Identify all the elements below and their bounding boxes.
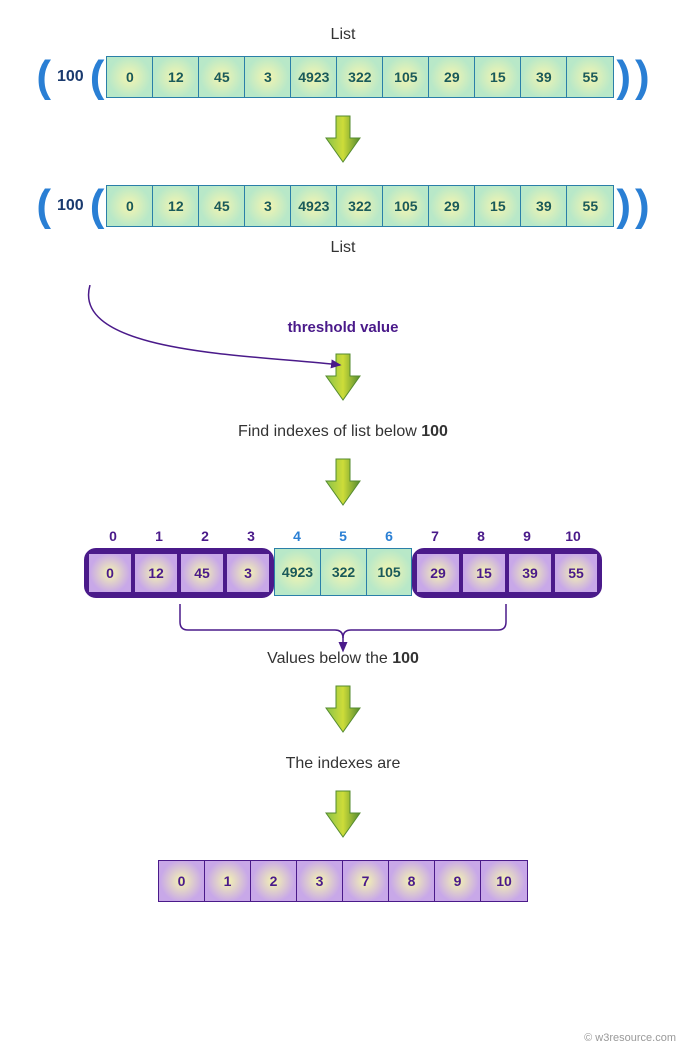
array-cell: 10: [481, 861, 527, 901]
array-cell: 322: [320, 548, 366, 596]
array-cell: 2: [251, 861, 297, 901]
arrow-down-3: [323, 457, 363, 512]
array-cell: 8: [389, 861, 435, 901]
array-cell: 105: [383, 57, 429, 97]
array-cell: 322: [337, 57, 383, 97]
array-cell: 29: [429, 186, 475, 226]
array-cell: 39: [508, 553, 552, 593]
open-paren-inner-2: (: [88, 188, 107, 223]
close-paren-outer-2: ): [633, 188, 652, 223]
watermark: © w3resource.com: [584, 1032, 676, 1044]
label-list-below: List: [331, 239, 356, 257]
result-array: 012378910: [158, 860, 528, 902]
index-cell: 3: [228, 528, 274, 548]
arrow-down-4: [323, 684, 363, 739]
array-cell: 45: [180, 553, 224, 593]
array-cell: 29: [429, 57, 475, 97]
array-cell: 45: [199, 186, 245, 226]
array-cell: 0: [107, 57, 153, 97]
arrow-down-2: [323, 352, 363, 407]
open-paren-outer-1: (: [34, 59, 53, 94]
array-cell: 0: [88, 553, 132, 593]
index-cell: 7: [412, 528, 458, 548]
threshold-100-2: 100: [53, 197, 88, 215]
list-array-2: 012453492332210529153955: [106, 185, 614, 227]
close-paren-outer-1: ): [633, 59, 652, 94]
array-cell: 15: [462, 553, 506, 593]
threshold-label: threshold value: [288, 319, 399, 336]
array-cell: 4923: [291, 186, 337, 226]
highlighted-array: 012453 4923322105 29153955: [84, 548, 602, 598]
index-cell: 9: [504, 528, 550, 548]
index-cell: 0: [90, 528, 136, 548]
threshold-100-1: 100: [53, 68, 88, 86]
index-row: 012345678910: [90, 528, 596, 548]
array-cell: 3: [297, 861, 343, 901]
array-cell: 39: [521, 186, 567, 226]
array-cell: 55: [554, 553, 598, 593]
index-cell: 1: [136, 528, 182, 548]
array-cell: 0: [107, 186, 153, 226]
close-paren-inner-2: ): [614, 188, 633, 223]
array-cell: 1: [205, 861, 251, 901]
index-cell: 4: [274, 528, 320, 548]
index-cell: 10: [550, 528, 596, 548]
array-cell: 45: [199, 57, 245, 97]
arrow-down-1: [323, 114, 363, 169]
arrow-down-5: [323, 789, 363, 844]
find-indexes-label: Find indexes of list below 100: [238, 423, 448, 441]
array-cell: 4923: [274, 548, 320, 596]
indexes-are-label: The indexes are: [286, 755, 401, 773]
bracket-connector: [90, 604, 596, 644]
index-cell: 5: [320, 528, 366, 548]
list-array-1: 012453492332210529153955: [106, 56, 614, 98]
array-cell: 9: [435, 861, 481, 901]
array-cell: 105: [383, 186, 429, 226]
array-cell: 12: [134, 553, 178, 593]
array-cell: 3: [245, 186, 291, 226]
array-cell: 7: [343, 861, 389, 901]
array-cell: 29: [416, 553, 460, 593]
index-cell: 8: [458, 528, 504, 548]
array-cell: 4923: [291, 57, 337, 97]
index-cell: 6: [366, 528, 412, 548]
input-row-2: ( 100 ( 012453492332210529153955 ) ): [34, 185, 651, 227]
indexed-array-block: 012345678910 012453 4923322105 29153955: [84, 528, 602, 598]
array-cell: 322: [337, 186, 383, 226]
array-cell: 55: [567, 186, 613, 226]
array-cell: 15: [475, 57, 521, 97]
group-left: 012453: [84, 548, 274, 598]
open-paren-outer-2: (: [34, 188, 53, 223]
array-cell: 3: [245, 57, 291, 97]
array-cell: 105: [366, 548, 412, 596]
open-paren-inner-1: (: [88, 59, 107, 94]
array-cell: 39: [521, 57, 567, 97]
index-cell: 2: [182, 528, 228, 548]
array-cell: 0: [159, 861, 205, 901]
group-right: 29153955: [412, 548, 602, 598]
array-cell: 15: [475, 186, 521, 226]
close-paren-inner-1: ): [614, 59, 633, 94]
array-cell: 12: [153, 186, 199, 226]
array-cell: 55: [567, 57, 613, 97]
group-mid: 4923322105: [274, 548, 412, 598]
input-row-1: ( 100 ( 012453492332210529153955 ) ): [34, 56, 651, 98]
label-list-top: List: [331, 26, 356, 44]
array-cell: 12: [153, 57, 199, 97]
array-cell: 3: [226, 553, 270, 593]
